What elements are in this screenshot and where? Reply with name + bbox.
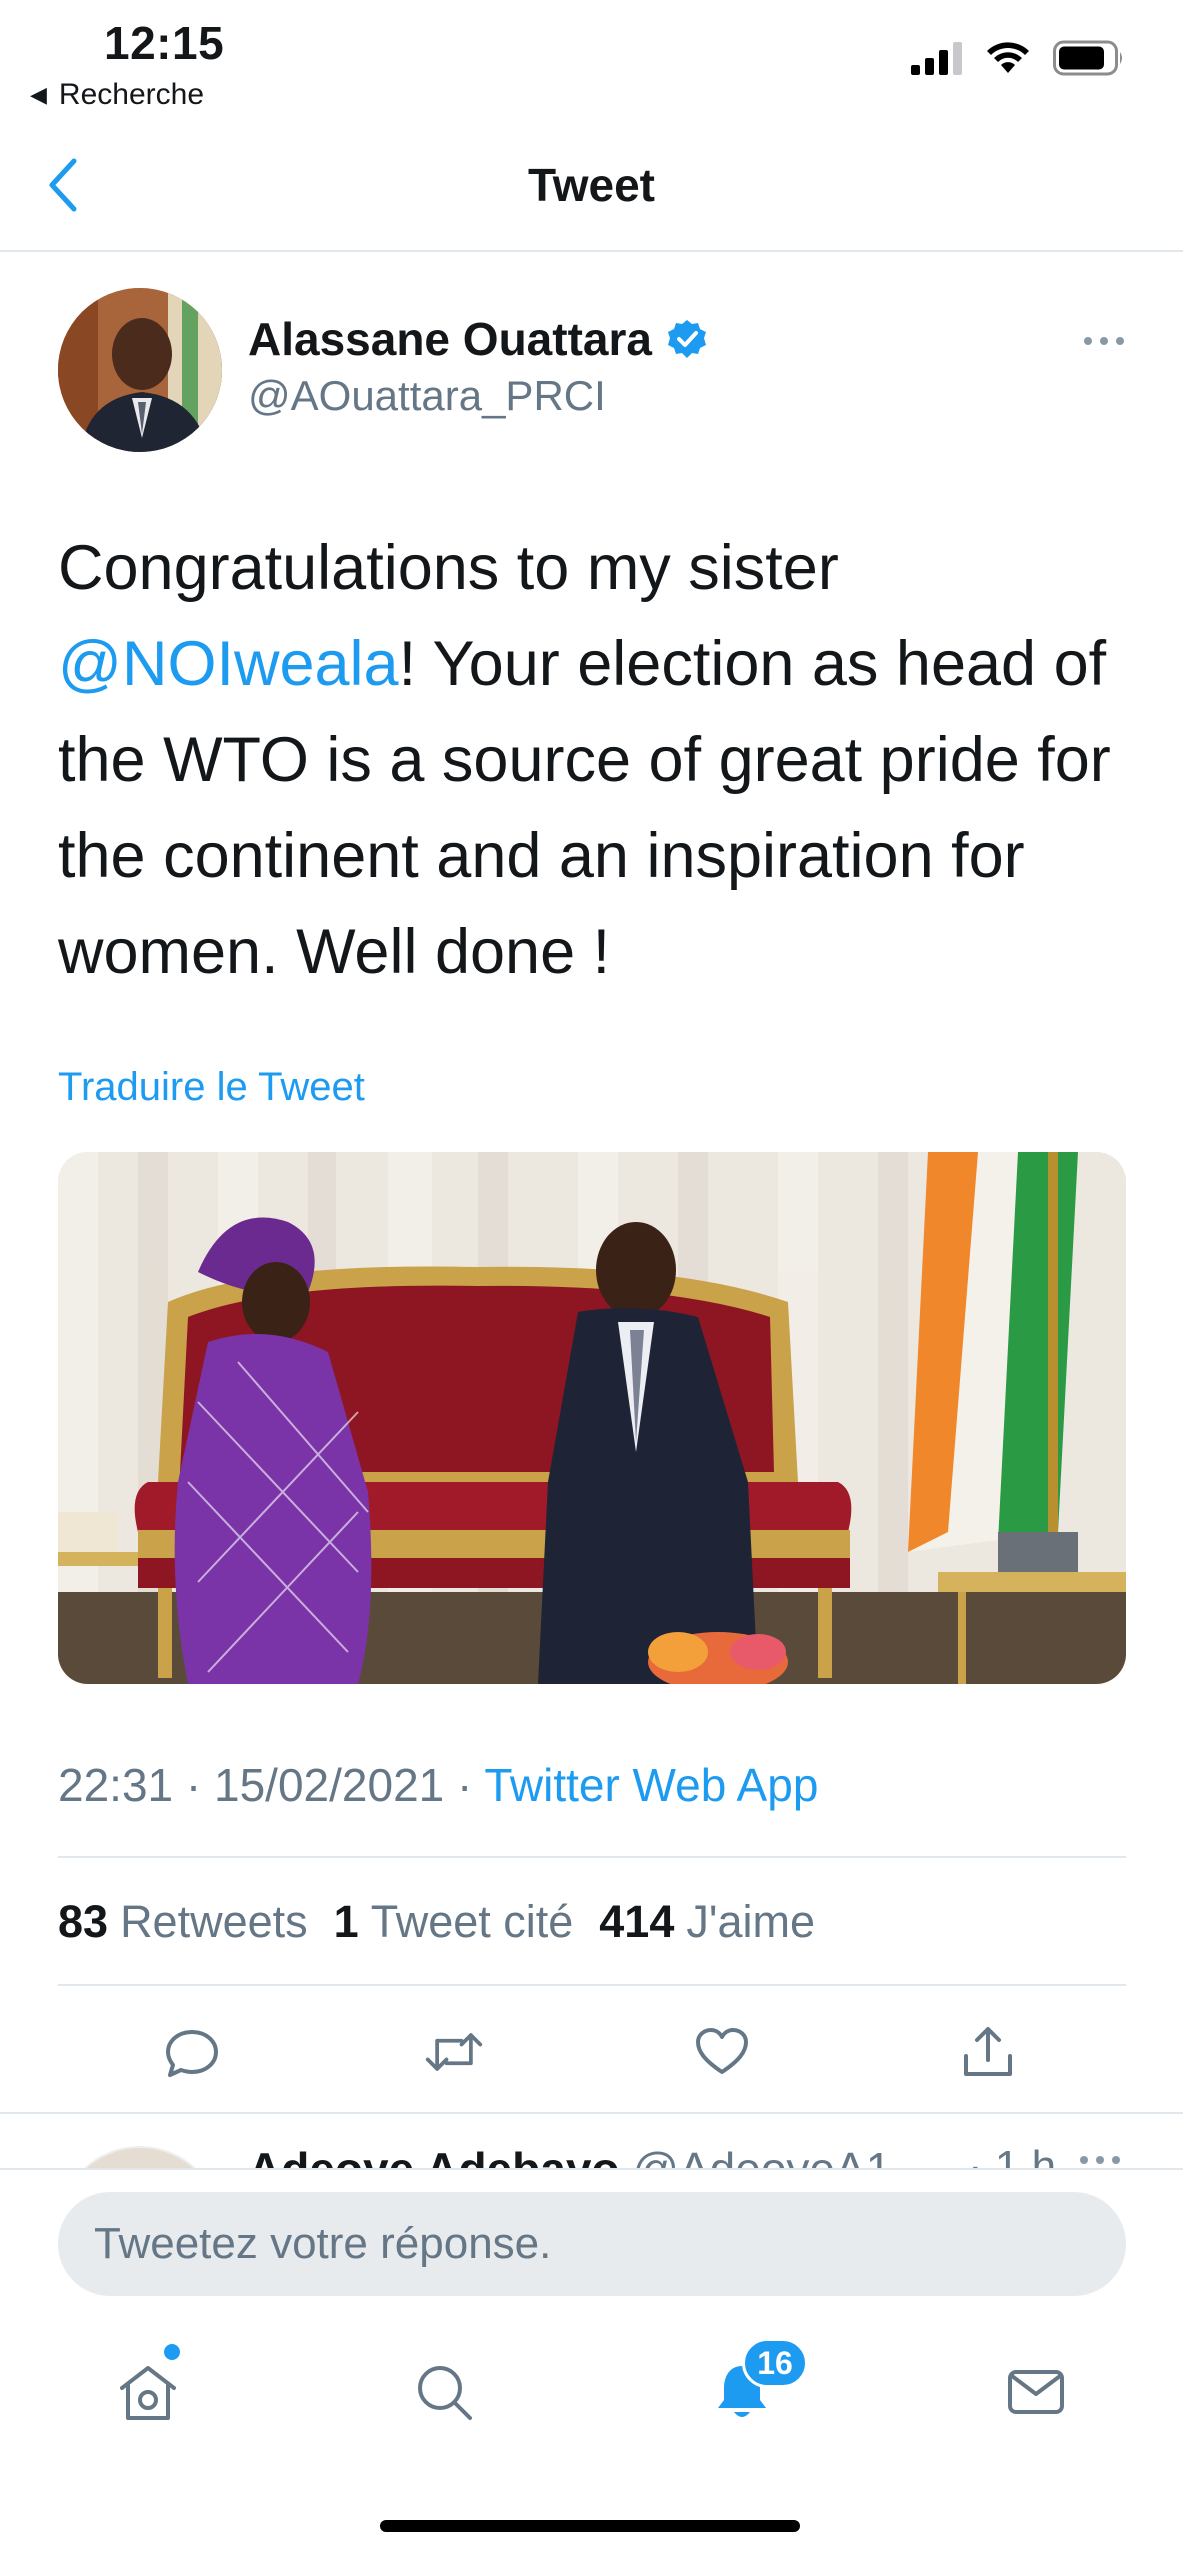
retweet-button[interactable] bbox=[424, 2022, 484, 2082]
retweet-icon bbox=[425, 2033, 483, 2071]
meta-divider bbox=[58, 1856, 1126, 1858]
author-name-row[interactable]: Alassane Ouattara bbox=[248, 312, 708, 366]
tweet-stats: 83 Retweets 1 Tweet cité 414 J'aime bbox=[58, 1896, 841, 1948]
status-time: 12:15 bbox=[104, 17, 225, 69]
reply-author-handle: @AdeoyeA1 bbox=[632, 2143, 892, 2170]
verified-badge-icon bbox=[667, 320, 706, 358]
reply-button[interactable] bbox=[162, 2022, 222, 2082]
home-indicator bbox=[380, 2520, 800, 2532]
tweet-date: 15/02/2021 bbox=[214, 1759, 445, 1811]
quotes-stat[interactable]: 1 Tweet cité bbox=[334, 1896, 574, 1948]
back-to-search[interactable]: ◀ Recherche bbox=[30, 78, 204, 112]
reply-author[interactable]: Adeoye Adebayo @AdeoyeA1 bbox=[248, 2142, 891, 2170]
tweet-meta: 22:31 · 15/02/2021 · Twitter Web App bbox=[58, 1758, 818, 1812]
signal-icon bbox=[911, 42, 962, 75]
reply-icon bbox=[166, 2030, 218, 2077]
reply-item[interactable]: Adeoye Adebayo @AdeoyeA1 · 1 h bbox=[0, 2114, 1183, 2170]
quotes-count: 1 bbox=[333, 1896, 359, 1947]
page-title: Tweet bbox=[528, 159, 655, 211]
meta-separator-1: · bbox=[185, 1759, 202, 1811]
author-handle[interactable]: @AOuattara_PRCI bbox=[248, 372, 606, 420]
like-button[interactable] bbox=[692, 2022, 752, 2082]
photo-illustration bbox=[58, 1152, 1126, 1684]
likes-label: J'aime bbox=[686, 1896, 816, 1947]
nav-divider bbox=[0, 250, 1183, 252]
retweets-count: 83 bbox=[58, 1896, 109, 1947]
likes-stat[interactable]: 414 J'aime bbox=[599, 1896, 815, 1948]
home-unread-dot bbox=[164, 2344, 180, 2360]
home-icon bbox=[120, 2366, 176, 2420]
meta-separator-2: · bbox=[457, 1759, 473, 1811]
tab-messages[interactable] bbox=[996, 2352, 1076, 2432]
quotes-label: Tweet cité bbox=[370, 1896, 574, 1947]
retweets-label: Retweets bbox=[120, 1896, 308, 1947]
stats-divider bbox=[58, 1984, 1126, 1986]
tweet-source-link[interactable]: Twitter Web App bbox=[484, 1759, 818, 1811]
heart-icon bbox=[696, 2028, 748, 2074]
tweet-text-before: Congratulations to my sister bbox=[58, 533, 839, 603]
mail-icon bbox=[1008, 2370, 1064, 2414]
share-button[interactable] bbox=[958, 2022, 1018, 2082]
more-options-icon[interactable] bbox=[1076, 326, 1132, 356]
retweets-stat[interactable]: 83 Retweets bbox=[58, 1896, 308, 1948]
status-icons bbox=[911, 40, 1125, 76]
tab-search[interactable] bbox=[404, 2352, 484, 2432]
tweet-time: 22:31 bbox=[58, 1759, 174, 1811]
share-icon bbox=[964, 2027, 1012, 2076]
translate-tweet-link[interactable]: Traduire le Tweet bbox=[58, 1065, 365, 1110]
battery-icon bbox=[1053, 40, 1122, 76]
tweet-text: Congratulations to my sister @NOIweala! … bbox=[58, 520, 1138, 1000]
back-triangle-icon: ◀ bbox=[30, 82, 47, 107]
notifications-badge: 16 bbox=[742, 2338, 808, 2388]
reply-more-icon[interactable] bbox=[1080, 2156, 1120, 2164]
back-to-search-label: Recherche bbox=[58, 78, 204, 111]
reply-input[interactable]: Tweetez votre réponse. bbox=[58, 2192, 1126, 2296]
reply-avatar[interactable] bbox=[58, 2146, 222, 2170]
mention-link[interactable]: @NOIweala bbox=[58, 629, 399, 699]
reply-time: · 1 h bbox=[968, 2142, 1057, 2170]
reply-author-name: Adeoye Adebayo bbox=[248, 2143, 620, 2170]
likes-count: 414 bbox=[599, 1896, 675, 1947]
tab-home[interactable] bbox=[108, 2352, 188, 2432]
wifi-icon bbox=[987, 42, 1029, 73]
author-avatar[interactable] bbox=[58, 288, 222, 452]
avatar-portrait bbox=[58, 288, 222, 452]
search-icon bbox=[418, 2366, 472, 2420]
tweet-photo[interactable] bbox=[58, 1152, 1126, 1684]
author-name[interactable]: Alassane Ouattara bbox=[248, 312, 652, 366]
